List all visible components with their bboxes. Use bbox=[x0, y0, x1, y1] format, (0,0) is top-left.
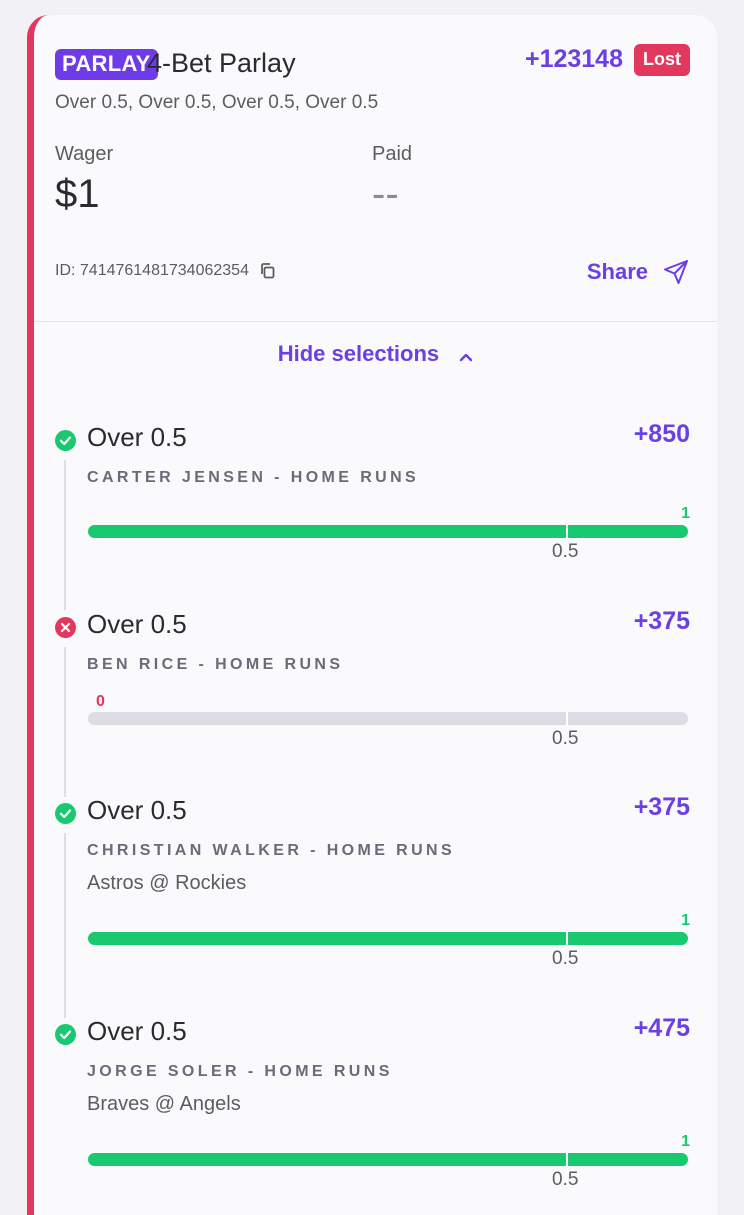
selection-leg-2: Over 0.5 +375 BEN RICE - HOME RUNS 0 0.5 bbox=[34, 607, 717, 797]
leg-line: Over 0.5 bbox=[87, 422, 187, 452]
leg-line: Over 0.5 bbox=[87, 795, 187, 825]
share-label: Share bbox=[586, 259, 648, 284]
leg-threshold: 0.5 bbox=[552, 728, 579, 749]
leg-market: CHRISTIAN WALKER - HOME RUNS bbox=[87, 842, 456, 859]
selection-leg-1: Over 0.5 +850 CARTER JENSEN - HOME RUNS … bbox=[34, 420, 717, 610]
bet-id: ID: 7414761481734062354 bbox=[55, 262, 277, 280]
leg-threshold: 0.5 bbox=[552, 948, 579, 969]
share-button[interactable]: Share bbox=[587, 258, 690, 286]
copy-icon[interactable] bbox=[259, 262, 277, 280]
hide-selections-toggle[interactable]: Hide selections bbox=[34, 341, 717, 368]
progress-bar bbox=[88, 525, 688, 538]
leg-threshold: 0.5 bbox=[552, 541, 579, 562]
bet-title: 4-Bet Parlay bbox=[147, 48, 296, 78]
leg-market: CARTER JENSEN - HOME RUNS bbox=[87, 469, 420, 486]
send-icon bbox=[662, 258, 690, 286]
check-circle-icon bbox=[55, 803, 76, 824]
leg-line: Over 0.5 bbox=[87, 609, 187, 639]
leg-connector bbox=[64, 833, 66, 1018]
leg-odds: +475 bbox=[633, 1014, 690, 1042]
selection-leg-3: Over 0.5 +375 CHRISTIAN WALKER - HOME RU… bbox=[34, 793, 717, 1018]
leg-market: JORGE SOLER - HOME RUNS bbox=[87, 1063, 393, 1080]
bet-subtitle: Over 0.5, Over 0.5, Over 0.5, Over 0.5 bbox=[55, 92, 379, 113]
leg-actual-value: 1 bbox=[681, 505, 690, 522]
check-circle-icon bbox=[55, 430, 76, 451]
progress-bar bbox=[88, 1153, 688, 1166]
leg-odds: +850 bbox=[633, 420, 690, 448]
check-circle-icon bbox=[55, 1024, 76, 1045]
leg-market: BEN RICE - HOME RUNS bbox=[87, 656, 344, 673]
leg-odds: +375 bbox=[633, 793, 690, 821]
threshold-marker bbox=[566, 1152, 568, 1167]
threshold-marker bbox=[566, 711, 568, 726]
parlay-card: PARLAY 4-Bet Parlay +123148 Lost Over 0.… bbox=[27, 15, 717, 1215]
x-circle-icon bbox=[55, 617, 76, 638]
total-odds: +123148 bbox=[524, 45, 623, 73]
leg-connector bbox=[64, 460, 66, 610]
leg-threshold: 0.5 bbox=[552, 1169, 579, 1190]
threshold-marker bbox=[566, 931, 568, 946]
leg-actual-value: 1 bbox=[681, 1133, 690, 1150]
leg-matchup: Astros @ Rockies bbox=[87, 872, 247, 894]
leg-line: Over 0.5 bbox=[87, 1016, 187, 1046]
paid-label: Paid bbox=[372, 143, 413, 165]
wager-label: Wager bbox=[55, 143, 114, 165]
leg-odds: +375 bbox=[633, 607, 690, 635]
leg-connector bbox=[64, 647, 66, 797]
progress-bar bbox=[88, 932, 688, 945]
threshold-marker bbox=[566, 524, 568, 539]
wager-value: $1 bbox=[55, 172, 100, 216]
toggle-label: Hide selections bbox=[277, 341, 440, 366]
bet-id-text: ID: 7414761481734062354 bbox=[55, 262, 249, 279]
paid-value: -- bbox=[372, 172, 399, 216]
progress-bar bbox=[88, 712, 688, 725]
leg-matchup: Braves @ Angels bbox=[87, 1093, 241, 1115]
selection-leg-4: Over 0.5 +475 JORGE SOLER - HOME RUNS Br… bbox=[34, 1014, 717, 1214]
bet-header: PARLAY 4-Bet Parlay +123148 Lost Over 0.… bbox=[34, 15, 717, 322]
chevron-up-icon bbox=[459, 342, 473, 368]
parlay-badge: PARLAY bbox=[55, 49, 158, 80]
status-badge: Lost bbox=[634, 44, 690, 76]
leg-actual-value: 1 bbox=[681, 912, 690, 929]
leg-actual-value: 0 bbox=[96, 693, 105, 710]
